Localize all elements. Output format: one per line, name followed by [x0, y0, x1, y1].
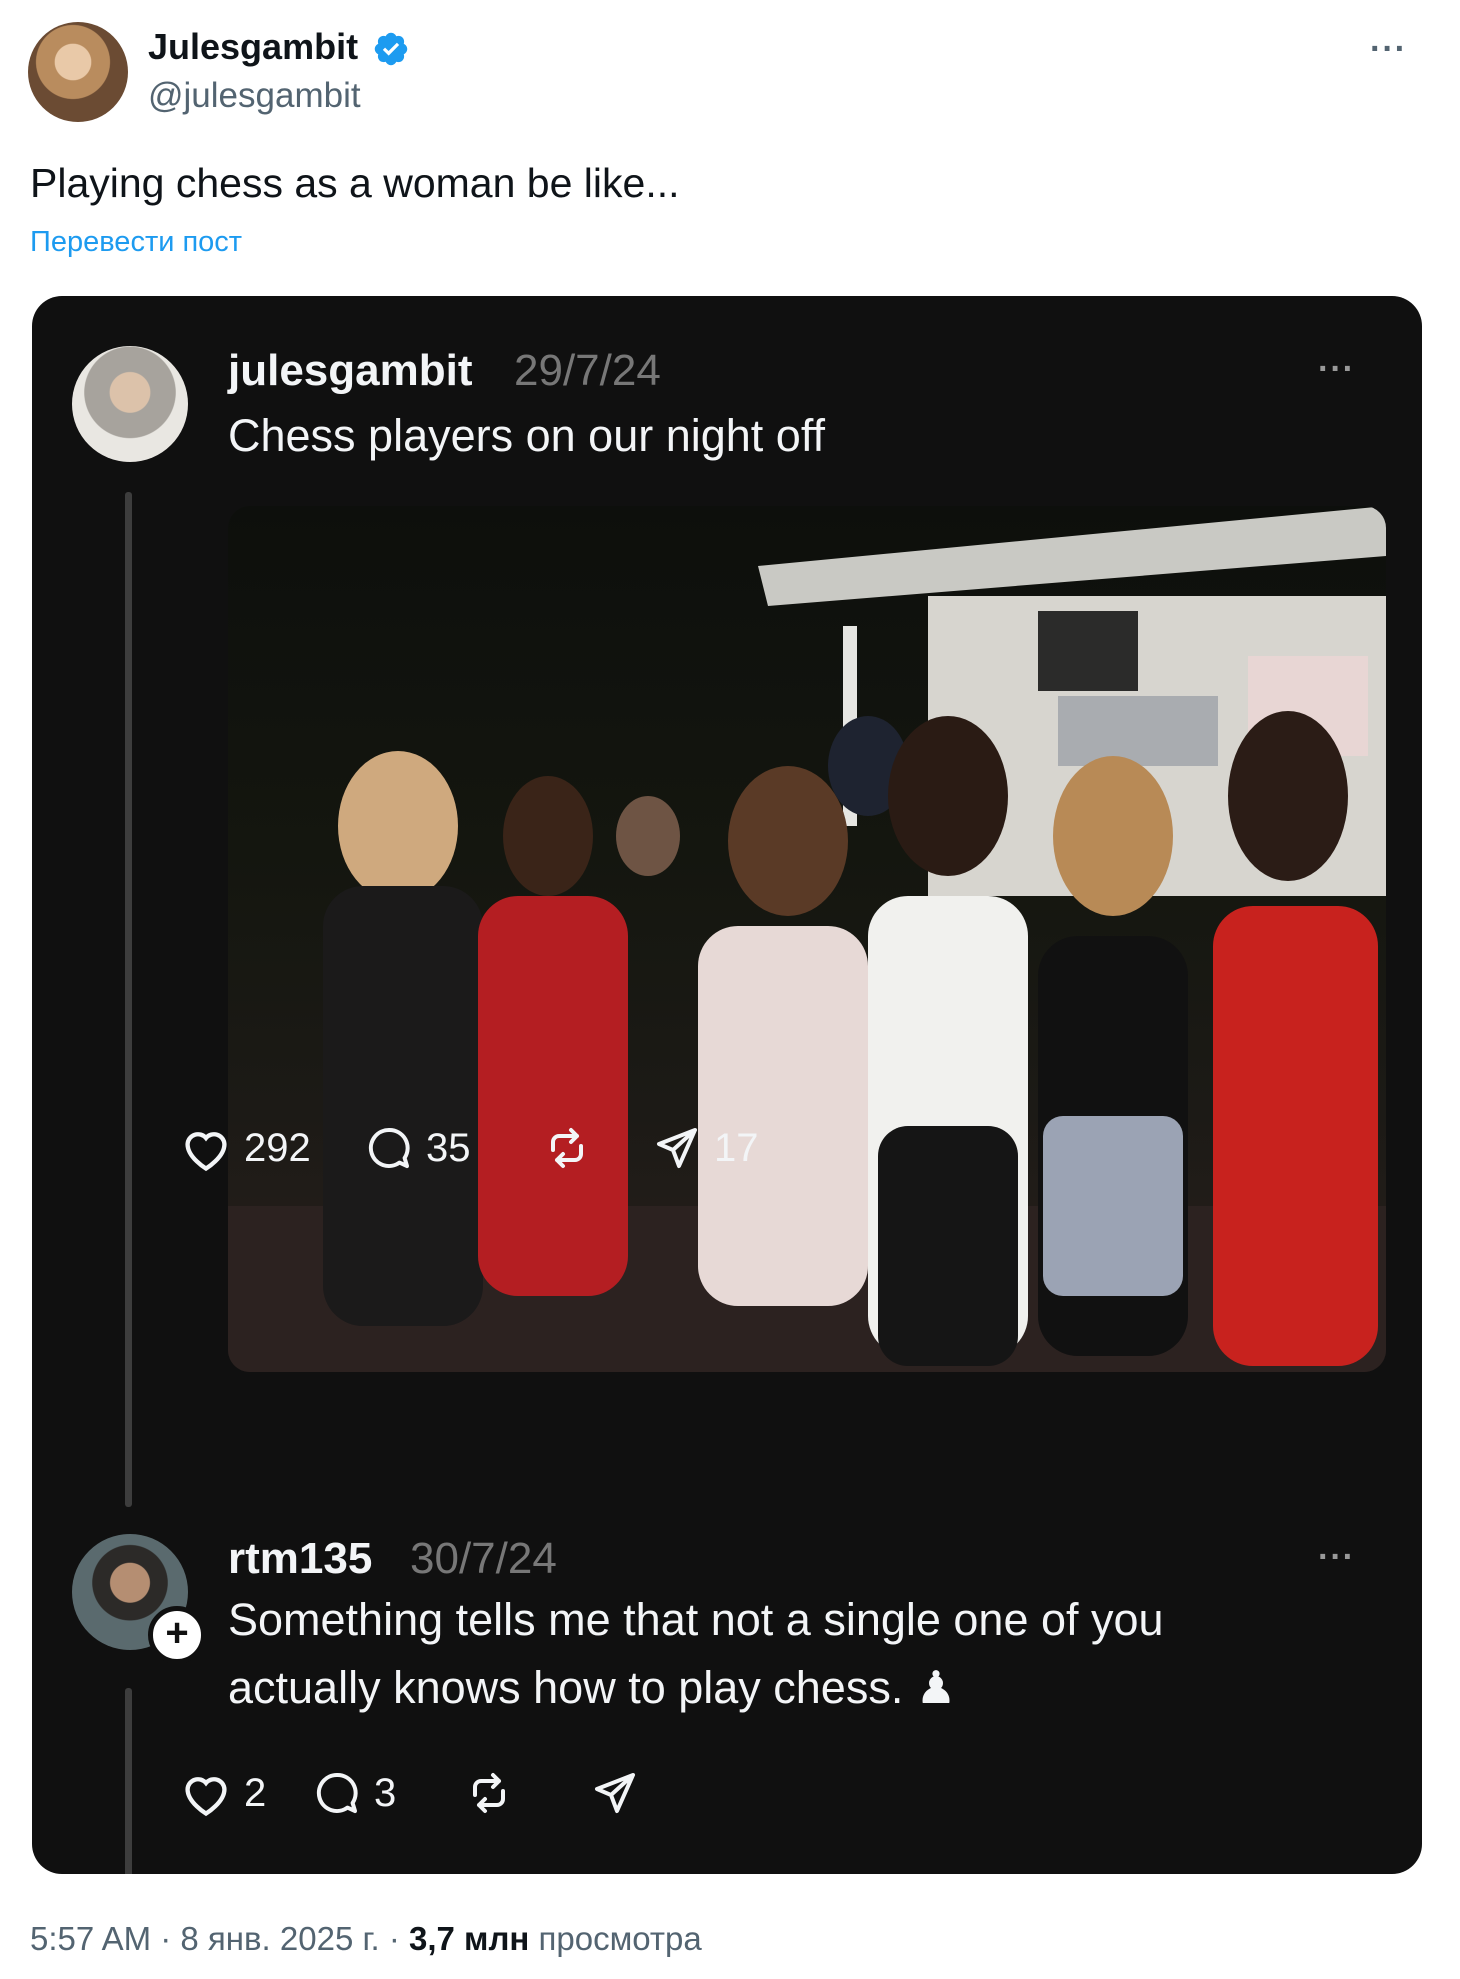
translate-post-link[interactable]: Перевести пост — [30, 226, 242, 259]
thread-author-avatar — [72, 346, 188, 462]
send-icon — [595, 1773, 635, 1813]
author-avatar[interactable] — [28, 22, 128, 122]
thread-line — [125, 1688, 132, 1874]
thread-reply-count: 35 — [426, 1125, 471, 1170]
thread-more-icon: ··· — [1318, 350, 1355, 388]
follow-plus-icon: + — [148, 1606, 206, 1664]
post-timestamp[interactable]: 5:57 AM · 8 янв. 2025 г. · 3,7 млн просм… — [30, 1920, 702, 1958]
tweet-text: Playing chess as a woman be like... — [30, 160, 680, 206]
send-icon — [657, 1128, 697, 1168]
reply-like-count: 2 — [244, 1770, 267, 1815]
reply-date: 30/7/24 — [410, 1534, 557, 1583]
reply-like-button: 2 — [180, 1769, 266, 1817]
separator: · — [379, 1920, 409, 1957]
embedded-image-card[interactable]: julesgambit 29/7/24 ··· Chess players on… — [32, 296, 1422, 1874]
repost-icon — [551, 1128, 583, 1168]
views-count: 3,7 млн — [408, 1920, 530, 1957]
reply-text-line2: actually knows how to play chess. ♟ — [228, 1662, 957, 1713]
thread-like-count: 292 — [244, 1125, 311, 1170]
reply-share-button — [590, 1769, 640, 1817]
reply-reply-button: 3 — [312, 1769, 396, 1817]
thread-repost-button — [542, 1124, 592, 1172]
thread-share-button: 17 — [652, 1124, 759, 1172]
views-label: просмотра — [529, 1920, 702, 1957]
more-options-button[interactable]: ··· — [1370, 30, 1407, 69]
thread-reply-button: 35 — [364, 1124, 471, 1172]
reply-text-line1: Something tells me that not a single one… — [228, 1594, 1164, 1645]
group-photo — [228, 506, 1386, 1372]
reply-reply-count: 3 — [374, 1770, 397, 1815]
reply-repost-button — [464, 1769, 514, 1817]
thread-line — [125, 492, 132, 1507]
post-date[interactable]: 8 янв. 2025 г. — [180, 1920, 379, 1957]
heart-icon — [185, 1132, 227, 1172]
verified-badge-icon — [374, 32, 408, 66]
comment-icon — [368, 1127, 410, 1168]
author-handle[interactable]: @julesgambit — [148, 76, 361, 116]
heart-icon — [185, 1777, 227, 1817]
author-display-name[interactable]: Julesgambit — [148, 26, 358, 68]
thread-post-text: Chess players on our night off — [228, 410, 826, 461]
repost-icon — [473, 1773, 505, 1813]
reply-more-icon: ··· — [1318, 1538, 1355, 1576]
separator: · — [151, 1920, 181, 1957]
thread-like-button: 292 — [180, 1124, 311, 1172]
reply-author-username: rtm135 — [228, 1534, 373, 1583]
thread-share-count: 17 — [714, 1125, 759, 1170]
group-photo-illustration — [228, 506, 1386, 1372]
thread-author-username: julesgambit — [228, 346, 473, 395]
thread-post-date: 29/7/24 — [514, 346, 661, 395]
post-time[interactable]: 5:57 AM — [30, 1920, 151, 1957]
comment-icon — [316, 1772, 358, 1813]
